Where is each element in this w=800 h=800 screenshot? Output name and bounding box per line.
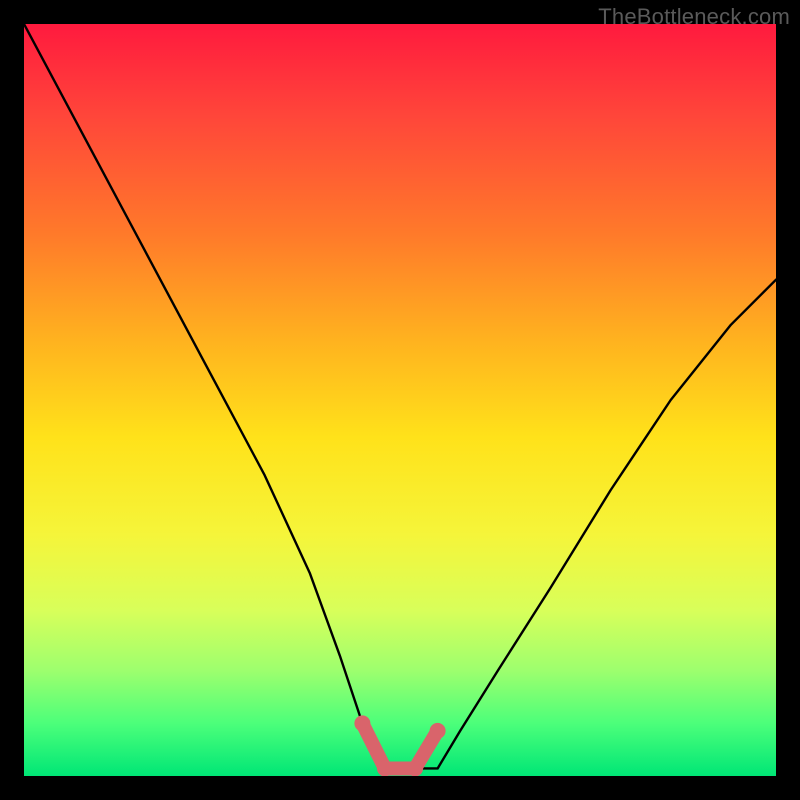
chart-frame: TheBottleneck.com xyxy=(0,0,800,800)
bottleneck-curve xyxy=(24,24,776,768)
trough-highlight xyxy=(362,723,437,768)
trough-dot xyxy=(354,715,370,731)
trough-dot xyxy=(407,760,423,776)
trough-dot xyxy=(377,760,393,776)
plot-area xyxy=(24,24,776,776)
trough-dot xyxy=(430,723,446,739)
curve-layer xyxy=(24,24,776,776)
attribution-text: TheBottleneck.com xyxy=(598,4,790,30)
